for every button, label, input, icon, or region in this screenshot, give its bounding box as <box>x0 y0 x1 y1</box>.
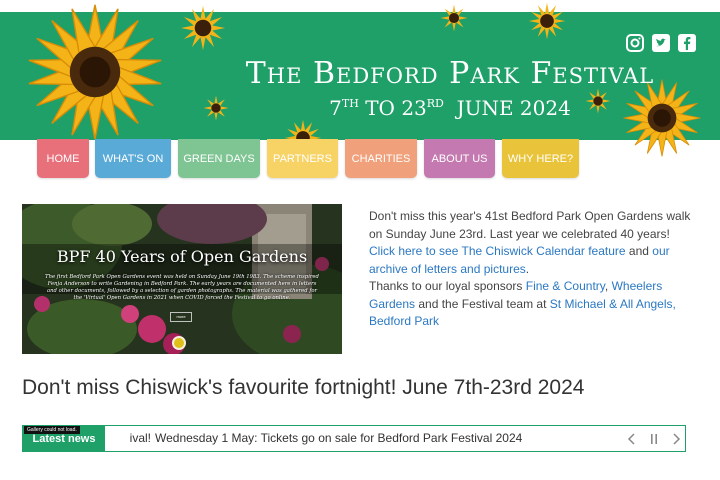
news-ticker: Latest news Gallery could not load. ival… <box>22 425 686 452</box>
nav-about-us[interactable]: ABOUT US <box>424 139 495 178</box>
nav-whats-on-label: WHAT'S ON <box>102 152 164 165</box>
nav-green-days[interactable]: GREEN DAYS <box>178 139 260 178</box>
festival-dates: 7TH TO 23RD JUNE 2024 <box>329 96 571 120</box>
fine-country-link[interactable]: Fine & Country <box>526 279 605 293</box>
sunflower-decoration <box>28 4 162 140</box>
header-banner: The Bedford Park Festival 7TH TO 23RD JU… <box>0 2 720 157</box>
nav-green-days-label: GREEN DAYS <box>183 152 255 165</box>
nav-why-here-label: WHY HERE? <box>507 152 574 165</box>
chiswick-calendar-link[interactable]: Click here to see The Chiswick Calendar … <box>369 244 626 258</box>
chevron-right-icon[interactable] <box>665 426 687 451</box>
nav-home-label: HOME <box>46 152 80 165</box>
main-heading: Don't miss Chiswick's favourite fortnigh… <box>22 376 585 399</box>
slide-title: BPF 40 Years of Open Gardens <box>56 247 308 266</box>
slide-caption: The first Bedford Park Open Gardens even… <box>45 274 319 301</box>
sunflower-decoration <box>180 5 226 51</box>
nav-about-us-label: ABOUT US <box>431 152 488 165</box>
intro-text: Don't miss this year's 41st Bedford Park… <box>369 208 691 331</box>
nav-home[interactable]: HOME <box>37 139 89 178</box>
sponsors-paragraph: Thanks to our loyal sponsors Fine & Coun… <box>369 279 676 328</box>
nav-charities-label: CHARITIES <box>351 152 411 165</box>
slide-pagination-dot[interactable] <box>172 336 186 350</box>
intro-links: Click here to see The Chiswick Calendar … <box>369 244 670 276</box>
chevron-left-icon[interactable] <box>621 426 643 451</box>
nav-partners-label: PARTNERS <box>273 152 332 165</box>
gallery-slider[interactable]: BPF 40 Years of Open Gardens The first B… <box>22 204 342 354</box>
sunflower-decoration <box>440 4 468 32</box>
nav-partners[interactable]: PARTNERS <box>267 139 338 178</box>
nav-charities[interactable]: CHARITIES <box>345 139 417 178</box>
sunflower-decoration <box>528 2 566 40</box>
intro-paragraph: Don't miss this year's 41st Bedford Park… <box>369 209 691 241</box>
facebook-icon[interactable] <box>678 34 696 52</box>
ticker-previous-item[interactable]: ival! <box>105 426 151 451</box>
nav-whats-on[interactable]: WHAT'S ON <box>95 139 171 178</box>
twitter-icon[interactable] <box>652 34 670 52</box>
gallery-error-notice: Gallery could not load. <box>24 426 80 434</box>
ticker-current-item[interactable]: Wednesday 1 May: Tickets go on sale for … <box>155 426 522 451</box>
pause-icon[interactable] <box>643 426 665 451</box>
instagram-icon[interactable] <box>626 34 644 52</box>
site-title: The Bedford Park Festival <box>245 56 655 91</box>
nav-why-here[interactable]: WHY HERE? <box>502 139 579 178</box>
slide-more-button[interactable]: more <box>170 312 192 322</box>
